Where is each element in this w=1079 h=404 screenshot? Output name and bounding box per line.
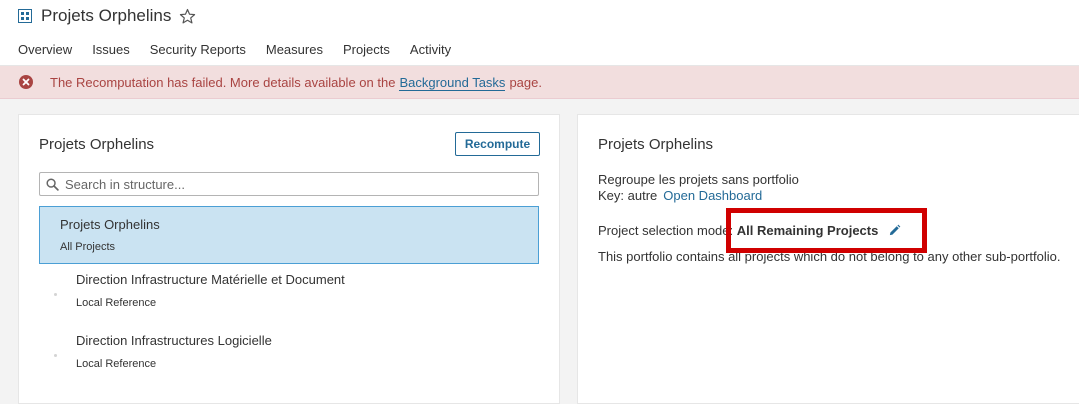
key-label: Key: autre: [598, 188, 658, 203]
pencil-icon[interactable]: [888, 224, 901, 237]
page-title: Projets Orphelins: [41, 6, 172, 25]
alert-text-after: page.: [509, 74, 542, 90]
recompute-button[interactable]: Recompute: [455, 132, 540, 156]
search-box[interactable]: [39, 172, 539, 196]
key-row: Key: autre Open Dashboard: [598, 188, 762, 203]
portfolio-icon: [18, 9, 32, 23]
tree-item-subtitle: Local Reference: [76, 297, 157, 309]
tree-item-subtitle: Local Reference: [76, 358, 157, 370]
tab-issues[interactable]: Issues: [92, 42, 130, 57]
background-tasks-link[interactable]: Background Tasks: [399, 74, 506, 91]
selection-mode-value: All Remaining Projects: [736, 223, 879, 238]
header: Projets Orphelins Overview Issues Securi…: [0, 0, 1079, 66]
tree-item-name: Projets Orphelins: [60, 217, 160, 232]
error-icon: [19, 75, 33, 89]
alert-text: The Recomputation has failed. More detai…: [50, 74, 542, 91]
structure-panel: Projets Orphelins Recompute Projets Orph…: [18, 114, 560, 404]
alert-text-before: The Recomputation has failed. More detai…: [50, 74, 396, 90]
portfolio-description: Regroupe les projets sans portfolio: [598, 172, 799, 187]
details-title: Projets Orphelins: [598, 136, 714, 153]
selection-mode-row: Project selection mode: All Remaining Pr…: [598, 223, 901, 238]
tree-item-subtitle: All Projects: [60, 241, 116, 253]
tree-bullet: [54, 354, 57, 357]
tree-bullet: [54, 293, 57, 296]
tree-item-root[interactable]: Projets Orphelins All Projects: [39, 206, 539, 264]
nav-tabs: Overview Issues Security Reports Measure…: [18, 42, 471, 57]
open-dashboard-link[interactable]: Open Dashboard: [663, 188, 762, 203]
selection-mode-label: Project selection mode:: [598, 223, 734, 238]
tab-activity[interactable]: Activity: [410, 42, 451, 57]
tree-item-name: Direction Infrastructure Matérielle et D…: [76, 272, 345, 287]
details-panel: Projets Orphelins Regroupe les projets s…: [577, 114, 1079, 404]
tab-overview[interactable]: Overview: [18, 42, 72, 57]
tab-measures[interactable]: Measures: [266, 42, 323, 57]
tree-item[interactable]: Direction Infrastructures Logicielle Loc…: [39, 328, 539, 384]
tree-item[interactable]: Direction Infrastructure Matérielle et D…: [39, 267, 539, 323]
search-input[interactable]: [65, 176, 525, 192]
title-row: Projets Orphelins: [18, 4, 196, 28]
structure-title: Projets Orphelins: [39, 136, 155, 153]
search-icon: [46, 177, 59, 191]
tab-projects[interactable]: Projects: [343, 42, 390, 57]
tab-security-reports[interactable]: Security Reports: [150, 42, 246, 57]
tree-item-name: Direction Infrastructures Logicielle: [76, 333, 272, 348]
error-alert: The Recomputation has failed. More detai…: [0, 66, 1079, 99]
selection-mode-explanation: This portfolio contains all projects whi…: [598, 249, 1061, 264]
star-icon[interactable]: [179, 8, 196, 25]
